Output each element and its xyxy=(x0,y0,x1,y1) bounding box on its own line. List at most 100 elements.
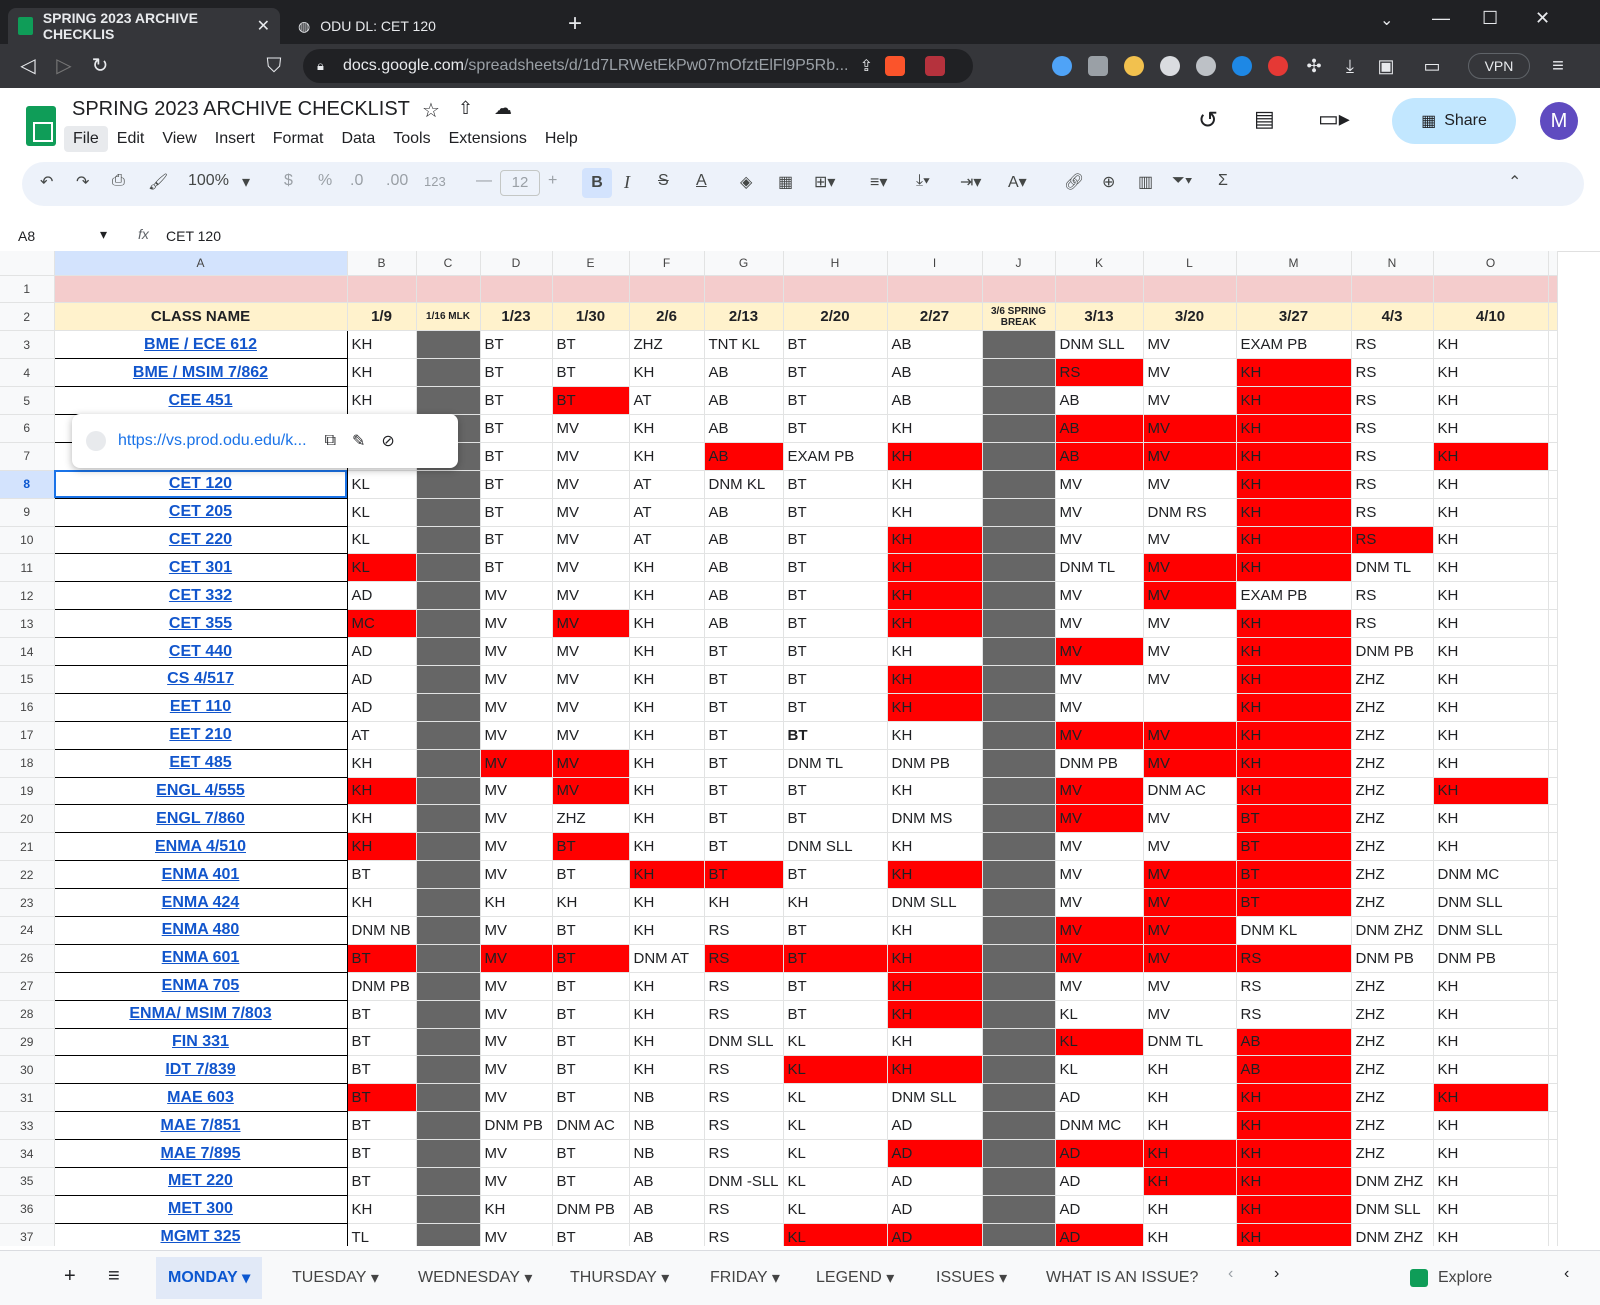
cell[interactable]: KL xyxy=(783,1195,888,1224)
cell[interactable]: KH xyxy=(887,581,983,611)
cell[interactable]: KL xyxy=(1055,1055,1144,1085)
cell[interactable] xyxy=(982,358,1056,388)
cell[interactable]: BT xyxy=(783,526,888,555)
cell[interactable]: KL xyxy=(783,1028,888,1057)
cell[interactable]: AD xyxy=(1055,1167,1144,1196)
column-header[interactable]: C xyxy=(416,251,481,276)
class-link[interactable]: IDT 7/839 xyxy=(165,1061,235,1078)
cell[interactable]: KH xyxy=(887,609,983,639)
cell[interactable]: BT xyxy=(552,972,630,1001)
cell[interactable]: RS xyxy=(1351,609,1434,639)
cell[interactable]: MV xyxy=(1055,944,1144,973)
cell[interactable]: DNM AT xyxy=(629,944,705,973)
cell[interactable] xyxy=(416,1167,481,1196)
cell[interactable] xyxy=(1143,275,1237,304)
cell[interactable]: ZHZ xyxy=(1351,777,1434,806)
cell[interactable]: KH xyxy=(347,749,417,778)
cell[interactable]: DNM PB xyxy=(1351,944,1434,973)
comment-icon[interactable]: ⊕ xyxy=(1102,172,1115,192)
cell[interactable]: BT xyxy=(704,693,784,722)
cell[interactable]: AB xyxy=(704,414,784,443)
cell[interactable]: MV xyxy=(1143,972,1237,1001)
row-header[interactable]: 36 xyxy=(0,1195,55,1224)
cell[interactable]: AB xyxy=(887,330,983,360)
cell[interactable]: MV xyxy=(1055,498,1144,527)
class-link[interactable]: ENGL 4/555 xyxy=(156,782,245,799)
cell[interactable]: ZHZ xyxy=(1351,860,1434,890)
cell[interactable] xyxy=(416,1028,481,1057)
row-header[interactable]: 20 xyxy=(0,804,55,834)
column-header[interactable]: N xyxy=(1351,251,1434,276)
cell[interactable]: AB xyxy=(704,526,784,555)
cell[interactable] xyxy=(1548,498,1558,527)
cell[interactable]: MV xyxy=(552,442,630,471)
cell[interactable]: KH xyxy=(1236,414,1352,443)
cell[interactable] xyxy=(1548,888,1558,917)
cell[interactable] xyxy=(704,275,784,304)
cell[interactable] xyxy=(416,553,481,583)
cell[interactable]: DNM RS xyxy=(1143,498,1237,527)
row-header[interactable]: 26 xyxy=(0,944,55,973)
cell[interactable]: DNM SLL xyxy=(783,832,888,862)
cell[interactable]: MV xyxy=(1143,526,1237,555)
column-header[interactable]: F xyxy=(629,251,705,276)
row-header[interactable]: 24 xyxy=(0,916,55,945)
class-name-cell[interactable]: MGMT 325 xyxy=(54,1223,348,1246)
cell[interactable] xyxy=(982,386,1056,415)
cell[interactable] xyxy=(1548,1055,1558,1085)
cell[interactable]: KH xyxy=(887,665,983,694)
cell[interactable]: MV xyxy=(480,749,553,778)
cell[interactable]: BT xyxy=(783,470,888,499)
column-header[interactable]: A xyxy=(54,251,348,276)
cell[interactable]: RS xyxy=(1351,526,1434,555)
cell[interactable]: KH xyxy=(1143,1055,1237,1085)
cell[interactable]: BT xyxy=(552,1028,630,1057)
cell[interactable]: BT xyxy=(783,944,888,973)
cell[interactable]: KL xyxy=(347,526,417,555)
redo-icon[interactable]: ↷ xyxy=(76,172,89,192)
class-name-cell[interactable]: MET 220 xyxy=(54,1167,348,1196)
number-format-button[interactable]: 123 xyxy=(424,174,446,189)
cell[interactable]: MV xyxy=(480,1000,553,1029)
cell[interactable]: AB xyxy=(629,1195,705,1224)
vpn-ext-icon[interactable] xyxy=(1232,56,1252,76)
column-header[interactable]: K xyxy=(1055,251,1144,276)
cell[interactable]: ZHZ xyxy=(1351,832,1434,862)
cell[interactable] xyxy=(1548,972,1558,1001)
cell[interactable]: KH xyxy=(629,1000,705,1029)
extension-icon[interactable] xyxy=(1268,56,1288,76)
class-name-cell[interactable]: ENMA 705 xyxy=(54,972,348,1001)
cell[interactable]: RS xyxy=(1236,972,1352,1001)
cell[interactable]: KH xyxy=(887,1028,983,1057)
cell[interactable]: AD xyxy=(887,1139,983,1168)
sheet-tab-issues[interactable]: ISSUES ▾ xyxy=(924,1257,1019,1299)
cell[interactable]: DNM ZHZ xyxy=(1351,916,1434,945)
comments-icon[interactable]: ▤ xyxy=(1254,106,1275,132)
cell[interactable]: KH xyxy=(1236,526,1352,555)
header-cell[interactable]: 1/16 MLK xyxy=(416,302,481,332)
cell[interactable]: BT xyxy=(1236,832,1352,862)
cell[interactable]: MV xyxy=(1143,665,1237,694)
cell[interactable] xyxy=(982,749,1056,778)
align-left-icon[interactable]: ≡▾ xyxy=(870,172,887,192)
class-link[interactable]: EET 110 xyxy=(170,698,231,715)
cell[interactable]: MV xyxy=(1055,609,1144,639)
cell[interactable]: BT xyxy=(347,860,417,890)
cell[interactable] xyxy=(982,1111,1056,1141)
cell[interactable] xyxy=(982,693,1056,722)
header-cell[interactable]: 2/6 xyxy=(629,302,705,332)
class-link[interactable]: CET 332 xyxy=(169,587,232,604)
maximize-icon[interactable]: ☐ xyxy=(1482,8,1498,29)
cell[interactable]: ZHZ xyxy=(1351,888,1434,917)
cell[interactable] xyxy=(1236,275,1352,304)
cell[interactable]: KH xyxy=(1433,1028,1549,1057)
cell[interactable]: BT xyxy=(480,498,553,527)
cell[interactable]: AD xyxy=(1055,1139,1144,1168)
cell[interactable]: MV xyxy=(1055,693,1144,722)
cell[interactable]: AD xyxy=(347,665,417,694)
class-link[interactable]: ENGL 7/860 xyxy=(156,810,245,827)
class-link[interactable]: CET 355 xyxy=(169,615,232,632)
cell[interactable]: BT xyxy=(704,832,784,862)
cell[interactable]: KH xyxy=(629,860,705,890)
cell[interactable]: AD xyxy=(1055,1223,1144,1246)
